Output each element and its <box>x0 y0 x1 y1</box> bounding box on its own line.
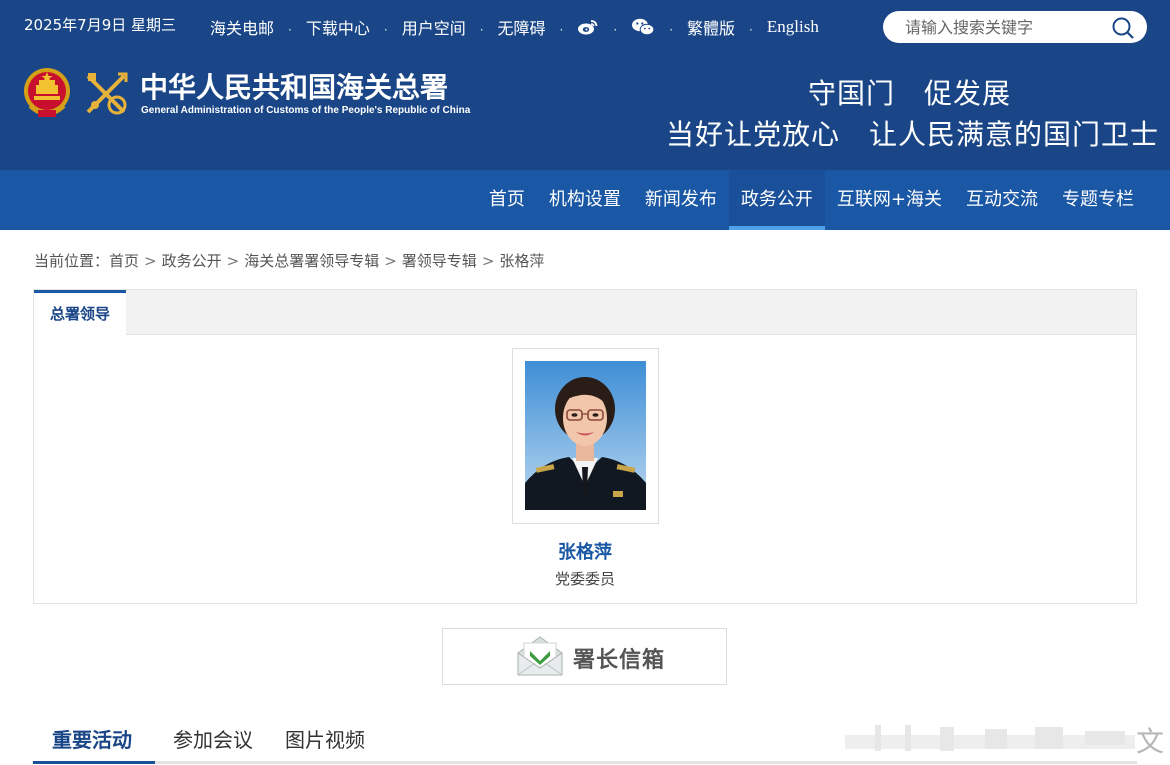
tab-leadership[interactable]: 总署领导 <box>34 290 126 335</box>
site-title-cn: 中华人民共和国海关总署 <box>140 71 449 104</box>
breadcrumb-separator: > <box>144 252 157 270</box>
leader-title: 党委委员 <box>554 570 615 588</box>
breadcrumb-leaders-album[interactable]: 海关总署署领导专辑 <box>244 252 379 270</box>
separator-dot: · <box>613 23 618 37</box>
link-download-center[interactable]: 下载中心 <box>306 15 370 39</box>
top-bar: 2025年7月9日 星期三 海关电邮 · 下载中心 · 用户空间 · 无障碍 ·… <box>0 0 1170 52</box>
link-english[interactable]: English <box>767 17 819 37</box>
search-input[interactable] <box>905 15 1105 39</box>
link-accessibility[interactable]: 无障碍 <box>498 15 546 39</box>
envelope-icon <box>515 633 565 679</box>
breadcrumb-separator: > <box>481 252 495 270</box>
main-nav: 首页 机构设置 新闻发布 政务公开 互联网+海关 互动交流 专题专栏 <box>0 170 1170 230</box>
breadcrumb-current[interactable]: 张格萍 <box>499 252 544 270</box>
leader-name[interactable]: 张格萍 <box>34 538 1136 564</box>
nav-home[interactable]: 首页 <box>477 170 537 230</box>
separator-dot: · <box>749 23 753 37</box>
breadcrumb: 当前位置：首页 > 政务公开 > 海关总署署领导专辑 > 署领导专辑 > 张格萍 <box>34 250 544 271</box>
tab-meetings[interactable]: 参加会议 <box>173 724 253 753</box>
director-mailbox-button[interactable]: 署长信箱 <box>442 628 727 685</box>
search-icon[interactable] <box>1111 16 1135 40</box>
tab-photos-videos[interactable]: 图片视频 <box>285 724 365 753</box>
leader-photo-frame[interactable] <box>512 348 659 524</box>
link-user-space[interactable]: 用户空间 <box>402 15 466 39</box>
weibo-icon[interactable] <box>577 18 599 36</box>
breadcrumb-separator: > <box>384 252 397 270</box>
watermark-graphic <box>845 725 1135 751</box>
separator-dot: · <box>669 23 674 37</box>
wechat-icon[interactable] <box>631 18 655 36</box>
active-tab-indicator <box>33 761 155 764</box>
nav-internet-customs[interactable]: 互联网+海关 <box>825 170 954 230</box>
nav-government-affairs[interactable]: 政务公开 <box>728 170 825 230</box>
site-title-en: General Administration of Customs of the… <box>141 105 471 116</box>
separator-dot: · <box>559 23 564 37</box>
link-traditional-chinese[interactable]: 繁體版 <box>687 15 735 39</box>
nav-interaction[interactable]: 互动交流 <box>954 170 1050 230</box>
nav-organization[interactable]: 机构设置 <box>537 170 633 230</box>
national-emblem-icon <box>22 66 72 120</box>
panel-header: 总署领导 <box>34 290 1136 335</box>
leader-photo <box>525 361 646 510</box>
customs-emblem-icon <box>82 70 130 118</box>
separator-dot: · <box>383 23 388 37</box>
watermark-char: 文 <box>1136 725 1165 758</box>
breadcrumb-home[interactable]: 首页 <box>109 252 139 270</box>
slogan-line-2: 当好让党放心 让人民满意的国门卫士 <box>666 118 1160 151</box>
nav-special-topics[interactable]: 专题专栏 <box>1050 170 1146 230</box>
tabs-divider <box>33 761 1137 764</box>
current-date: 2025年7月9日 星期三 <box>24 16 177 34</box>
breadcrumb-separator: > <box>226 252 240 270</box>
breadcrumb-government-affairs[interactable]: 政务公开 <box>162 252 222 270</box>
separator-dot: · <box>288 23 292 37</box>
top-links: 海关电邮 · 下载中心 · 用户空间 · 无障碍 · · · 繁體版 · Eng… <box>210 15 819 39</box>
tab-important-activities[interactable]: 重要活动 <box>52 724 132 753</box>
leader-panel: 总署领导 张格萍 党委委员 <box>33 289 1137 604</box>
separator-dot: · <box>479 23 484 37</box>
link-customs-email[interactable]: 海关电邮 <box>210 15 274 39</box>
breadcrumb-leader-album[interactable]: 署领导专辑 <box>402 252 477 270</box>
slogan-line-1: 守国门 促发展 <box>808 77 1012 110</box>
site-header: 2025年7月9日 星期三 海关电邮 · 下载中心 · 用户空间 · 无障碍 ·… <box>0 0 1170 170</box>
search-box <box>883 11 1147 43</box>
nav-news[interactable]: 新闻发布 <box>633 170 729 230</box>
breadcrumb-prefix: 当前位置： <box>34 252 110 270</box>
mailbox-label: 署长信箱 <box>573 648 666 673</box>
